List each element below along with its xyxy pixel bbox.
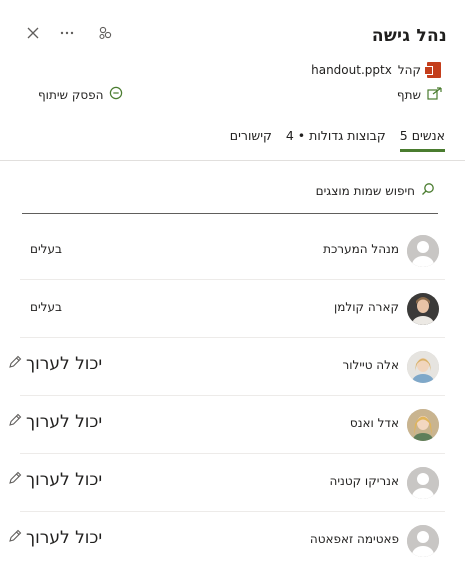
avatar bbox=[407, 293, 439, 325]
minus-circle-icon bbox=[109, 86, 123, 103]
list-item[interactable]: מנהל המערכת בעלים bbox=[0, 222, 465, 280]
file-prefix: קהל bbox=[397, 63, 421, 77]
tab-links[interactable]: קישורים bbox=[230, 128, 272, 152]
permission-dropdown[interactable]: יכול לערוך bbox=[8, 528, 102, 548]
share-icon bbox=[427, 86, 443, 103]
tab-divider bbox=[0, 160, 465, 161]
share-button[interactable]: שתף bbox=[397, 86, 443, 103]
list-item[interactable]: פאטימה זאפאטה יכול לערוך bbox=[0, 512, 465, 570]
person-name: פאטימה זאפאטה bbox=[309, 532, 399, 546]
file-name: handout.pptx bbox=[311, 63, 392, 77]
powerpoint-icon bbox=[424, 62, 441, 78]
person-name: קארה קולמן bbox=[334, 300, 399, 314]
share-label: שתף bbox=[396, 87, 421, 102]
search-input[interactable]: חיפוש שמות מוצגים bbox=[316, 182, 435, 199]
group-icon[interactable] bbox=[96, 24, 114, 42]
permission-label: יכול לערוך bbox=[26, 354, 103, 374]
permission-dropdown[interactable]: יכול לערוך bbox=[8, 354, 102, 374]
avatar bbox=[407, 467, 439, 499]
permission-label[interactable]: בעלים bbox=[30, 242, 62, 256]
pencil-icon bbox=[8, 528, 22, 548]
pencil-icon bbox=[8, 470, 22, 490]
search-icon bbox=[421, 182, 435, 199]
list-item[interactable]: אדל ואנס יכול לערוך bbox=[0, 396, 465, 454]
person-name: מנהל המערכת bbox=[323, 242, 399, 256]
stop-sharing-label: הפסק שיתוף bbox=[38, 87, 104, 102]
avatar bbox=[407, 525, 439, 557]
person-name: אלה טיילור bbox=[342, 358, 399, 372]
list-item[interactable]: אנריקו קטניה יכול לערוך bbox=[0, 454, 465, 512]
tab-groups[interactable]: קבוצות גדולות • 4 bbox=[286, 128, 386, 152]
stop-sharing-button[interactable]: הפסק שיתוף bbox=[38, 86, 123, 103]
permission-label[interactable]: בעלים bbox=[30, 300, 62, 314]
list-item[interactable]: אלה טיילור יכול לערוך bbox=[0, 338, 465, 396]
more-options-icon[interactable] bbox=[58, 24, 76, 42]
avatar bbox=[407, 409, 439, 441]
permission-dropdown[interactable]: יכול לערוך bbox=[8, 412, 102, 432]
close-icon[interactable] bbox=[24, 24, 42, 42]
person-name: אנריקו קטניה bbox=[329, 474, 399, 488]
tab-people[interactable]: אנשים 5 bbox=[399, 128, 445, 152]
avatar bbox=[407, 235, 439, 267]
person-name: אדל ואנס bbox=[349, 416, 399, 430]
pencil-icon bbox=[8, 412, 22, 432]
permission-label: יכול לערוך bbox=[26, 470, 103, 490]
search-placeholder: חיפוש שמות מוצגים bbox=[315, 183, 415, 198]
permission-label: יכול לערוך bbox=[26, 528, 103, 548]
pencil-icon bbox=[8, 354, 22, 374]
permission-label: יכול לערוך bbox=[26, 412, 103, 432]
file-info: קהל handout.pptx bbox=[311, 62, 441, 78]
list-item[interactable]: קארה קולמן בעלים bbox=[0, 280, 465, 338]
avatar bbox=[407, 351, 439, 383]
permission-dropdown[interactable]: יכול לערוך bbox=[8, 470, 102, 490]
page-title: נהל גישה bbox=[371, 26, 447, 46]
search-underline bbox=[22, 213, 438, 214]
tab-bar: אנשים 5 קבוצות גדולות • 4 קישורים bbox=[230, 128, 445, 152]
